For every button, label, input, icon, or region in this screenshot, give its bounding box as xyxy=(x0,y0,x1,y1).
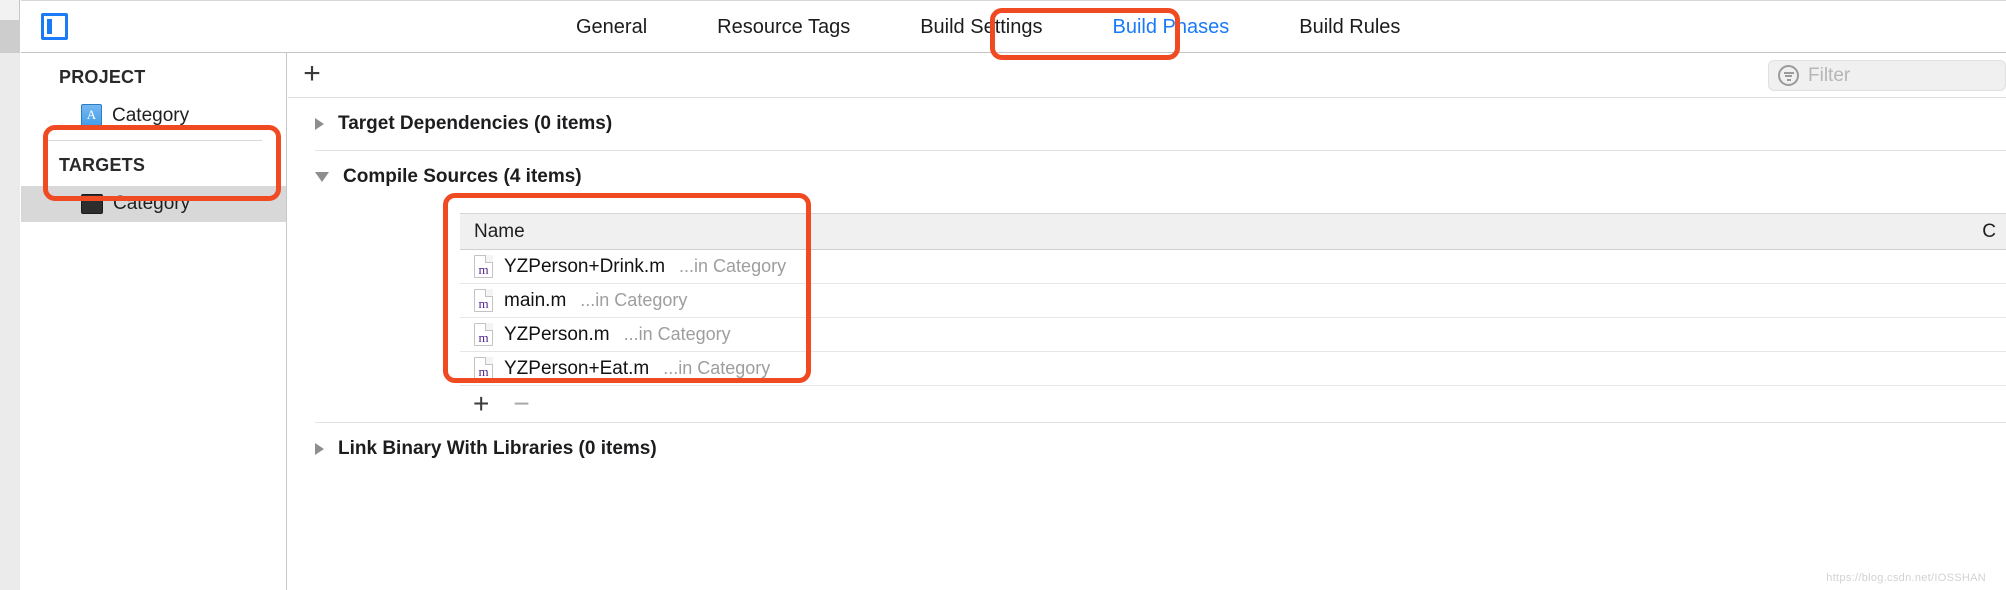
file-name: YZPerson.m xyxy=(504,323,610,345)
table-row[interactable]: YZPerson+Drink.m ...in Category xyxy=(460,250,2006,284)
table-row[interactable]: main.m ...in Category xyxy=(460,284,2006,318)
remove-file-button[interactable]: − xyxy=(513,390,529,418)
file-location: ...in Category xyxy=(580,290,688,310)
file-location: ...in Category xyxy=(679,256,787,276)
column-header-compiler[interactable]: C xyxy=(1982,221,2006,243)
phase-title-target-dependencies: Target Dependencies (0 items) xyxy=(338,113,613,134)
table-row[interactable]: YZPerson.m ...in Category xyxy=(460,318,2006,352)
chevron-right-icon[interactable] xyxy=(315,443,324,455)
file-location: ...in Category xyxy=(623,324,731,344)
objc-source-file-icon xyxy=(474,323,493,346)
filter-input[interactable]: Filter xyxy=(1768,60,2006,91)
filter-placeholder: Filter xyxy=(1808,64,1851,86)
editor-tab-bar: General Resource Tags Build Settings Bui… xyxy=(21,0,2006,53)
tab-build-settings[interactable]: Build Settings xyxy=(885,1,1077,53)
tab-build-rules[interactable]: Build Rules xyxy=(1264,1,1435,53)
navigator-edge-strip xyxy=(0,0,20,590)
file-name: main.m xyxy=(504,289,567,311)
chevron-down-icon[interactable] xyxy=(315,172,329,182)
tab-build-phases[interactable]: Build Phases xyxy=(1078,1,1265,53)
file-name: YZPerson+Eat.m xyxy=(504,357,650,379)
xcode-target-editor-window: General Resource Tags Build Settings Bui… xyxy=(0,0,2006,590)
column-header-name[interactable]: Name xyxy=(460,221,525,243)
tab-resource-tags[interactable]: Resource Tags xyxy=(682,1,885,53)
objc-source-file-icon xyxy=(474,255,493,278)
sidebar-item-project-category[interactable]: Category xyxy=(21,98,286,134)
app-target-icon xyxy=(81,194,103,214)
tab-general[interactable]: General xyxy=(541,1,682,53)
project-targets-sidebar: PROJECT Category TARGETS Category xyxy=(21,53,287,590)
xcode-project-icon xyxy=(81,103,102,129)
phase-row-compile-sources[interactable]: Compile Sources (4 items) xyxy=(288,151,2006,203)
sidebar-project-label: Category xyxy=(112,105,190,126)
file-name: YZPerson+Drink.m xyxy=(504,255,666,277)
table-row[interactable]: YZPerson+Eat.m ...in Category xyxy=(460,352,2006,386)
phase-title-link-binary: Link Binary With Libraries (0 items) xyxy=(338,438,657,459)
sidebar-item-target-category[interactable]: Category xyxy=(21,186,286,222)
navigator-strip-body xyxy=(0,53,20,590)
project-group-header: PROJECT xyxy=(59,67,146,87)
phase-row-link-binary[interactable]: Link Binary With Libraries (0 items) xyxy=(288,423,2006,475)
objc-source-file-icon xyxy=(474,357,493,380)
targets-group-header: TARGETS xyxy=(59,155,146,175)
build-phases-pane: + Filter Target Dependencies (0 items) C… xyxy=(288,53,2006,590)
add-build-phase-button[interactable]: + xyxy=(298,59,326,89)
chevron-right-icon[interactable] xyxy=(315,118,324,130)
watermark-text: https://blog.csdn.net/IOSSHAN xyxy=(1826,572,1986,584)
phase-title-compile-sources: Compile Sources (4 items) xyxy=(343,166,582,187)
objc-source-file-icon xyxy=(474,289,493,312)
phase-row-target-dependencies[interactable]: Target Dependencies (0 items) xyxy=(288,98,2006,150)
table-add-remove-controls: + − xyxy=(473,386,2006,422)
build-phases-toolbar: + Filter xyxy=(288,53,2006,98)
navigator-selected-indicator xyxy=(0,20,20,53)
add-file-button[interactable]: + xyxy=(473,390,489,418)
project-navigator-icon[interactable] xyxy=(41,13,68,40)
tab-list: General Resource Tags Build Settings Bui… xyxy=(541,1,1435,53)
compile-sources-table: Name C YZPerson+Drink.m ...in Category m… xyxy=(460,213,2006,386)
sidebar-target-label: Category xyxy=(113,193,191,214)
table-header-row: Name C xyxy=(460,214,2006,250)
file-location: ...in Category xyxy=(663,358,771,378)
filter-icon xyxy=(1778,65,1799,86)
